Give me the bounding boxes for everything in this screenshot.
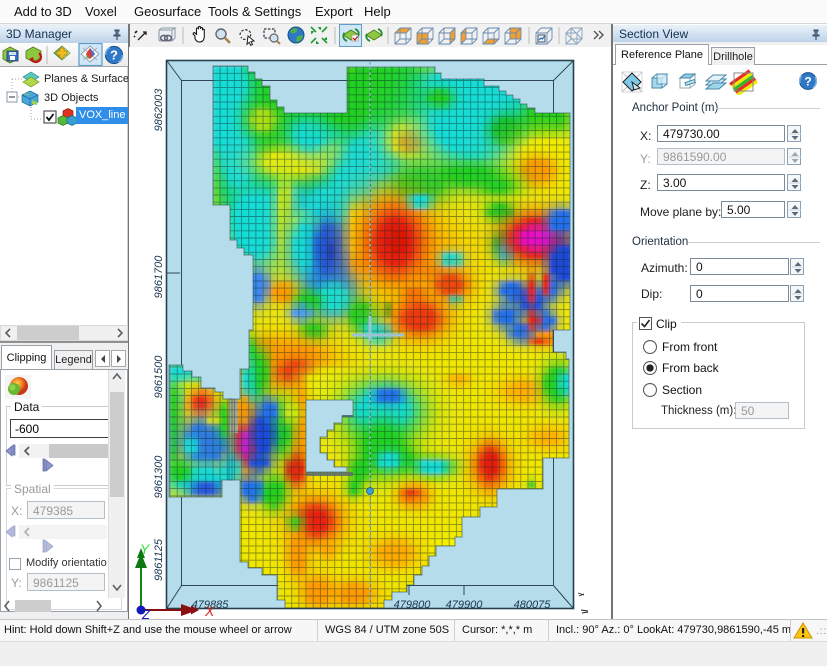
- svg-text:?: ?: [110, 48, 118, 63]
- svg-text:480075: 480075: [514, 599, 552, 611]
- svg-text:?: ?: [804, 75, 811, 89]
- svg-text:Z: Z: [141, 607, 151, 619]
- svg-text:479800: 479800: [394, 599, 432, 611]
- svg-text:9861300: 9861300: [153, 455, 165, 499]
- svg-text:Y: Y: [140, 541, 151, 557]
- svg-text:9861500: 9861500: [153, 355, 165, 399]
- svg-text:9861700: 9861700: [153, 255, 165, 299]
- svg-text:479900: 479900: [446, 599, 484, 611]
- svg-text:9862003: 9862003: [153, 88, 165, 132]
- svg-text:X: X: [204, 603, 215, 619]
- svg-text:9861125: 9861125: [153, 538, 165, 581]
